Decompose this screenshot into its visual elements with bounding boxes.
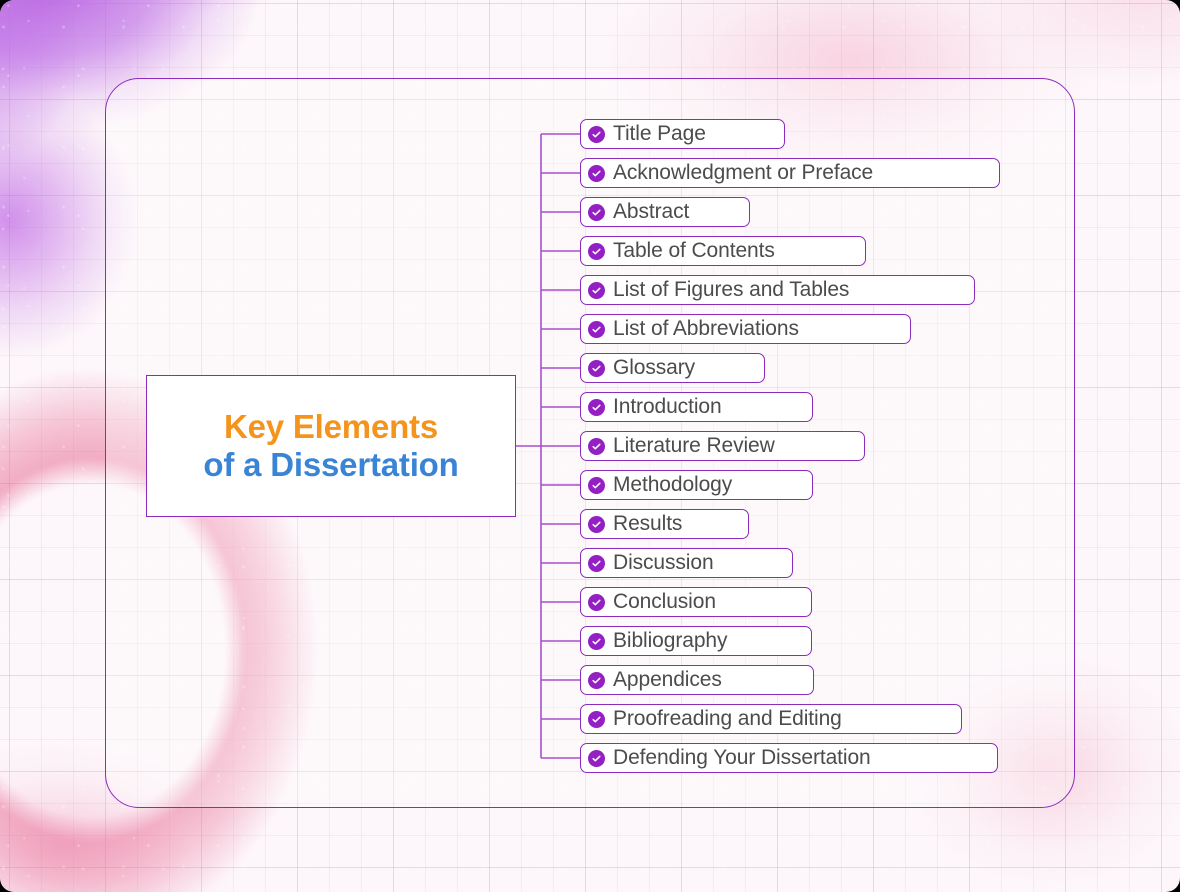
central-node-title-line-1: Key Elements bbox=[223, 407, 439, 445]
branch-item[interactable]: Proofreading and Editing bbox=[580, 704, 962, 734]
branch-item-label: Glossary bbox=[613, 356, 696, 379]
branch-item-label: Table of Contents bbox=[613, 239, 775, 262]
branch-item[interactable]: Glossary bbox=[580, 353, 765, 383]
central-node[interactable]: Key Elements of a Dissertation bbox=[146, 375, 516, 517]
check-circle-icon bbox=[588, 164, 605, 182]
check-circle-icon bbox=[588, 749, 605, 767]
branch-item-label: Conclusion bbox=[613, 590, 716, 613]
branch-item[interactable]: Results bbox=[580, 509, 749, 539]
branch-item-label: Title Page bbox=[613, 122, 706, 145]
branch-item[interactable]: Bibliography bbox=[580, 626, 812, 656]
mindmap-canvas: Key Elements of a Dissertation Title Pag… bbox=[0, 0, 1180, 892]
branch-item[interactable]: Abstract bbox=[580, 197, 750, 227]
branch-item-label: Methodology bbox=[613, 473, 733, 496]
check-circle-icon bbox=[588, 203, 605, 221]
branch-item-label: Bibliography bbox=[613, 629, 728, 652]
check-circle-icon bbox=[588, 437, 605, 455]
branch-item[interactable]: Title Page bbox=[580, 119, 785, 149]
check-circle-icon bbox=[588, 554, 605, 572]
branch-item[interactable]: Conclusion bbox=[580, 587, 812, 617]
branch-item-label: Proofreading and Editing bbox=[613, 707, 842, 730]
branch-item-label: Acknowledgment or Preface bbox=[613, 161, 874, 184]
branch-item-label: Appendices bbox=[613, 668, 722, 691]
branch-item[interactable]: Defending Your Dissertation bbox=[580, 743, 998, 773]
branch-item[interactable]: List of Figures and Tables bbox=[580, 275, 975, 305]
check-circle-icon bbox=[588, 476, 605, 494]
branch-item[interactable]: Methodology bbox=[580, 470, 813, 500]
central-node-title-line-2: of a Dissertation bbox=[203, 446, 459, 483]
branch-item-label: List of Abbreviations bbox=[613, 317, 799, 340]
branch-item[interactable]: Discussion bbox=[580, 548, 793, 578]
check-circle-icon bbox=[588, 593, 605, 611]
check-circle-icon bbox=[588, 398, 605, 416]
branch-item[interactable]: Introduction bbox=[580, 392, 813, 422]
branch-item[interactable]: List of Abbreviations bbox=[580, 314, 911, 344]
check-circle-icon bbox=[588, 242, 605, 260]
check-circle-icon bbox=[588, 710, 605, 728]
branch-list: Title Page Acknowledgment or Preface Abstr… bbox=[580, 0, 1100, 892]
check-circle-icon bbox=[588, 671, 605, 689]
check-circle-icon bbox=[588, 515, 605, 533]
check-circle-icon bbox=[588, 320, 605, 338]
branch-item[interactable]: Table of Contents bbox=[580, 236, 866, 266]
branch-item[interactable]: Acknowledgment or Preface bbox=[580, 158, 1000, 188]
check-circle-icon bbox=[588, 281, 605, 299]
branch-item-label: Results bbox=[613, 512, 683, 535]
branch-item-label: Literature Review bbox=[613, 434, 775, 457]
branch-item-label: Discussion bbox=[613, 551, 714, 574]
check-circle-icon bbox=[588, 632, 605, 650]
branch-item-label: Abstract bbox=[613, 200, 690, 223]
check-circle-icon bbox=[588, 359, 605, 377]
check-circle-icon bbox=[588, 125, 605, 143]
branch-item-label: List of Figures and Tables bbox=[613, 278, 850, 301]
branch-item[interactable]: Appendices bbox=[580, 665, 814, 695]
branch-item[interactable]: Literature Review bbox=[580, 431, 865, 461]
branch-item-label: Introduction bbox=[613, 395, 722, 418]
branch-item-label: Defending Your Dissertation bbox=[613, 746, 871, 769]
